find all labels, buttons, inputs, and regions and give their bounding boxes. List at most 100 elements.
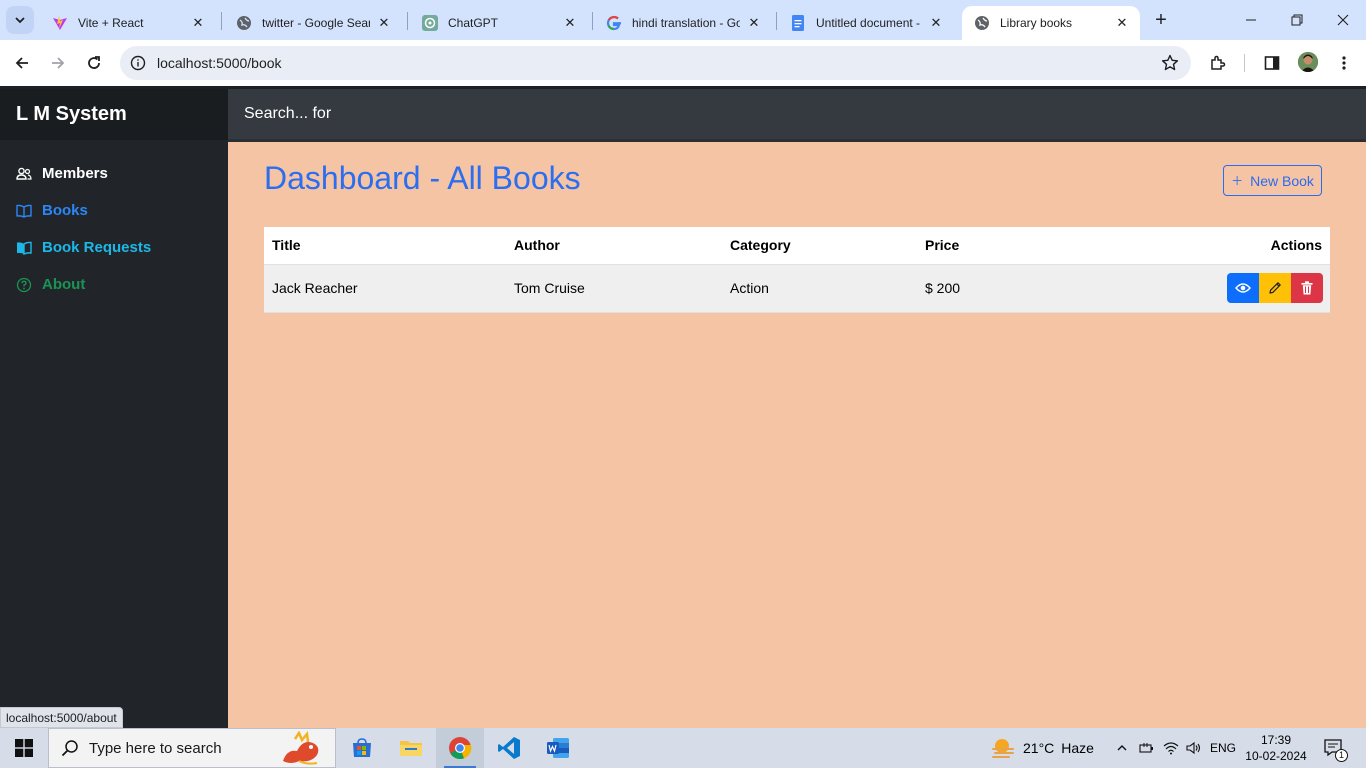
status-bubble-url: localhost:5000/about xyxy=(0,707,123,728)
tab-label: hindi translation - Google Search xyxy=(632,16,740,30)
avatar[interactable] xyxy=(1298,52,1318,72)
tab-hindi-translation[interactable]: hindi translation - Google Search ✕ xyxy=(594,6,772,40)
eye-icon xyxy=(1235,283,1251,293)
cell-actions xyxy=(1107,264,1330,313)
volume-icon[interactable] xyxy=(1183,728,1205,768)
column-header-price: Price xyxy=(917,227,1107,265)
users-icon xyxy=(16,166,32,182)
windows-icon xyxy=(15,739,33,757)
file-explorer-taskbar-icon[interactable] xyxy=(387,728,435,768)
close-icon[interactable]: ✕ xyxy=(928,15,944,31)
chevron-up-icon[interactable] xyxy=(1112,728,1132,768)
sidebar-item-books[interactable]: Books xyxy=(0,192,228,229)
side-panel-icon[interactable] xyxy=(1261,52,1283,74)
address-bar[interactable]: localhost:5000/book xyxy=(120,46,1191,80)
start-button[interactable] xyxy=(0,728,48,768)
back-button[interactable] xyxy=(6,47,38,79)
minimize-icon xyxy=(1246,19,1256,21)
delete-button[interactable] xyxy=(1291,273,1323,303)
column-header-author: Author xyxy=(506,227,722,265)
plus-icon: ＋ xyxy=(1231,174,1244,188)
tab-label: Untitled document - Google Docs xyxy=(816,16,922,30)
table-header-row: Title Author Category Price Actions xyxy=(264,227,1330,265)
tab-separator xyxy=(592,12,593,30)
table-row: Jack Reacher Tom Cruise Action $ 200 xyxy=(264,264,1330,313)
question-circle-icon xyxy=(16,277,32,293)
taskbar-clock[interactable]: 17:39 10-02-2024 xyxy=(1243,732,1309,764)
tab-untitled-document[interactable]: Untitled document - Google Docs ✕ xyxy=(778,6,954,40)
taskbar-search-placeholder: Type here to search xyxy=(89,739,222,757)
top-search-bar: Search... for xyxy=(228,89,1366,139)
weather-widget[interactable]: 21°C Haze xyxy=(990,728,1094,768)
restore-button[interactable] xyxy=(1274,0,1320,40)
sidebar-item-book-requests[interactable]: Book Requests xyxy=(0,229,228,266)
view-button[interactable] xyxy=(1227,273,1259,303)
cell-category: Action xyxy=(722,264,917,313)
search-icon xyxy=(61,740,78,757)
wifi-icon[interactable] xyxy=(1160,728,1182,768)
docs-icon xyxy=(790,15,806,31)
haze-sun-icon xyxy=(992,739,1014,758)
tab-separator xyxy=(221,12,222,30)
action-button-group xyxy=(1227,273,1323,303)
reload-button[interactable] xyxy=(78,47,110,79)
sidebar-item-label: About xyxy=(42,276,86,293)
plus-icon: + xyxy=(1155,8,1167,31)
close-window-button[interactable] xyxy=(1320,0,1366,40)
tab-library-books[interactable]: Library books ✕ xyxy=(962,6,1140,40)
close-icon[interactable]: ✕ xyxy=(746,15,762,31)
close-icon[interactable]: ✕ xyxy=(190,15,206,31)
forward-button[interactable] xyxy=(42,47,74,79)
extensions-icon[interactable] xyxy=(1207,52,1229,74)
close-icon[interactable]: ✕ xyxy=(562,15,578,31)
microsoft-store-taskbar-icon[interactable] xyxy=(338,728,386,768)
sidebar-item-members[interactable]: Members xyxy=(0,155,228,192)
word-taskbar-icon[interactable] xyxy=(534,728,582,768)
notification-icon[interactable]: 1 xyxy=(1322,736,1348,762)
close-icon[interactable]: ✕ xyxy=(376,15,392,31)
sidebar-item-label: Book Requests xyxy=(42,239,152,256)
taskbar-search-box[interactable]: Type here to search xyxy=(48,728,336,768)
site-info-icon[interactable] xyxy=(122,55,154,71)
trash-icon xyxy=(1301,281,1313,295)
star-icon[interactable] xyxy=(1161,54,1179,77)
close-icon[interactable]: ✕ xyxy=(1114,15,1130,31)
tab-label: twitter - Google Search xyxy=(262,16,370,30)
sidebar-item-label: Books xyxy=(42,202,88,219)
sidebar-item-label: Members xyxy=(42,165,108,182)
minimize-button[interactable] xyxy=(1228,0,1274,40)
tab-chatgpt[interactable]: ChatGPT ✕ xyxy=(410,6,588,40)
clock-time: 17:39 xyxy=(1260,733,1292,747)
main-content: Dashboard - All Books ＋ New Book Title A… xyxy=(228,142,1366,728)
arrow-right-icon xyxy=(52,57,65,69)
search-input[interactable]: Search... for xyxy=(244,105,331,123)
tab-twitter-search[interactable]: twitter - Google Search ✕ xyxy=(224,6,402,40)
brand-title[interactable]: L M System xyxy=(0,89,228,140)
chevron-down-icon xyxy=(15,17,25,24)
vscode-taskbar-icon[interactable] xyxy=(485,728,533,768)
cell-title: Jack Reacher xyxy=(264,264,506,313)
tab-label: Library books xyxy=(1000,16,1073,30)
sidebar-item-about[interactable]: About xyxy=(0,266,228,303)
tab-vite-react[interactable]: Vite + React ✕ xyxy=(40,6,216,40)
browser-toolbar: localhost:5000/book xyxy=(0,40,1366,86)
edit-button[interactable] xyxy=(1259,273,1291,303)
vite-icon xyxy=(52,15,68,31)
more-menu-icon[interactable] xyxy=(1333,52,1355,74)
language-indicator[interactable]: ENG xyxy=(1208,728,1238,768)
sidebar: L M System Members Books Book Requests A… xyxy=(0,89,228,728)
dragon-icon xyxy=(283,731,319,765)
tab-search-button[interactable] xyxy=(6,6,34,34)
cell-price: $ 200 xyxy=(917,264,1107,313)
tab-label: Vite + React xyxy=(78,16,144,30)
pencil-icon xyxy=(1269,282,1281,294)
notification-count: 1 xyxy=(1335,749,1348,762)
battery-icon[interactable] xyxy=(1136,728,1158,768)
new-book-button[interactable]: ＋ New Book xyxy=(1223,165,1322,196)
close-icon xyxy=(1337,14,1349,26)
taskbar: Type here to search 21°C Haze ENG 17:39 … xyxy=(0,728,1366,768)
new-tab-button[interactable]: + xyxy=(1149,8,1173,32)
weather-temp: 21°C xyxy=(1023,740,1055,756)
chrome-taskbar-icon[interactable] xyxy=(436,728,484,768)
cell-author: Tom Cruise xyxy=(506,264,722,313)
